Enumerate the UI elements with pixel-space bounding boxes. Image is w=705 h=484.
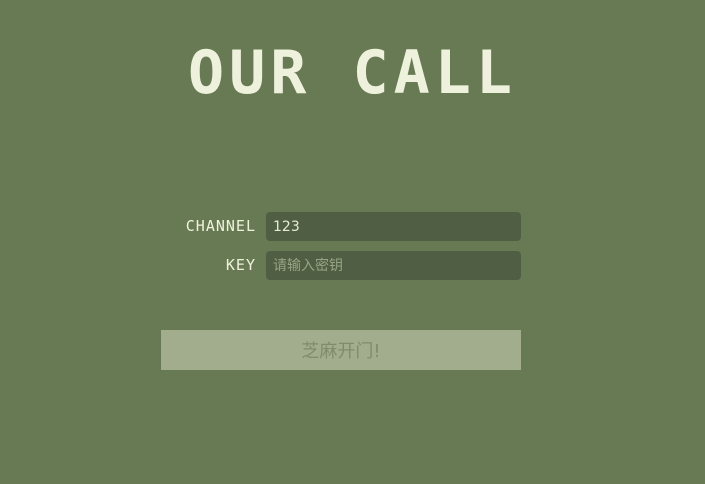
channel-row: CHANNEL [160,212,521,241]
app-title: OUR CALL [188,38,517,108]
channel-input[interactable] [266,212,521,241]
key-input[interactable] [266,251,521,280]
key-label: KEY [225,256,256,274]
channel-label: CHANNEL [185,217,256,235]
open-door-button[interactable]: 芝麻开门! [161,330,521,370]
key-row: KEY [160,251,521,280]
